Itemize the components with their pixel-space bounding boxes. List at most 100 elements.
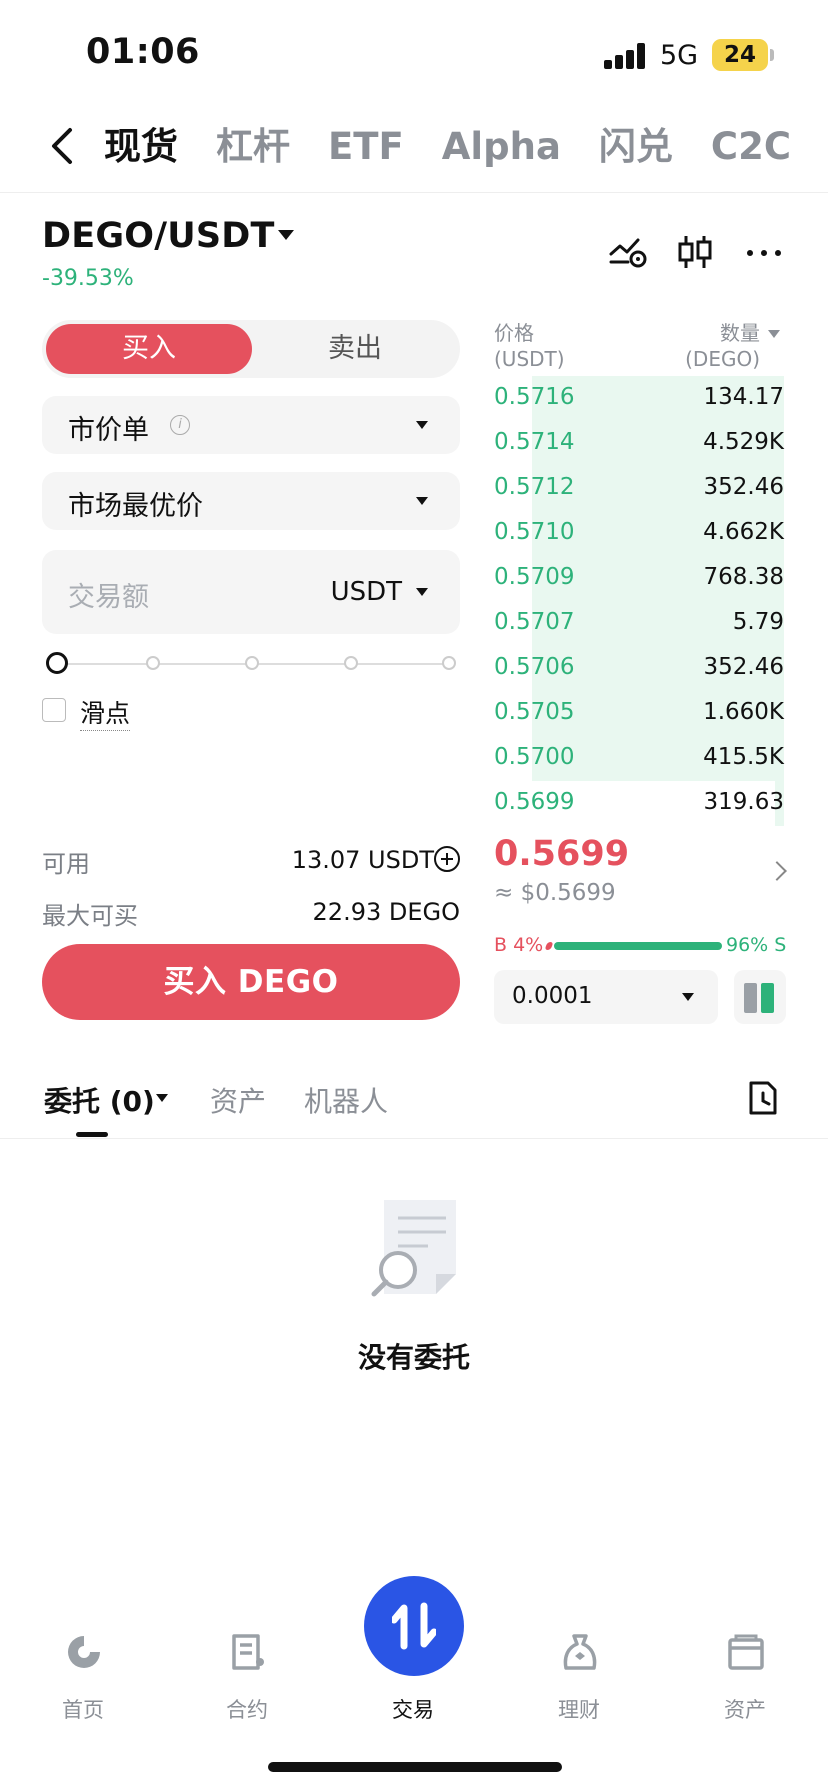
order-book-price: 0.5699 [494, 789, 575, 815]
order-book-quantity: 352.46 [703, 654, 784, 680]
tab-margin[interactable]: 杠杆 [216, 122, 290, 172]
tab-spot[interactable]: 现货 [104, 122, 178, 172]
tab-assets[interactable]: 资产 [210, 1080, 266, 1120]
quantity-header-label: 数量 [720, 321, 760, 345]
amount-unit-select[interactable]: USDT [331, 577, 402, 607]
order-book-row[interactable]: 0.5707 5.79 [494, 601, 784, 646]
price-mode-label: 市场最优价 [68, 491, 203, 522]
quantity-unit-dropdown-icon[interactable] [768, 330, 780, 338]
home-indicator [268, 1762, 562, 1772]
pair-selector[interactable]: DEGO/USDT [42, 216, 275, 256]
home-icon [68, 1636, 100, 1668]
price-header: 价格 (USDT) [494, 320, 565, 372]
order-book-row[interactable]: 0.5710 4.662K [494, 511, 784, 556]
sell-ratio-bar [554, 942, 722, 950]
order-book-quantity: 352.46 [703, 474, 784, 500]
more-options-icon[interactable] [744, 232, 784, 272]
nav-home-label: 首页 [62, 1698, 104, 1722]
book-layout-icon[interactable] [734, 970, 786, 1024]
market-type-tabs: 现货 杠杆 ETF Alpha 闪兑 C2C [104, 122, 828, 172]
order-book-quantity: 768.38 [703, 564, 784, 590]
battery-icon: 24 [712, 39, 768, 71]
status-bar: 01:06 5G 24 [0, 0, 828, 100]
quantity-header[interactable]: 数量 (DEGO) [685, 320, 760, 372]
slider-step-75[interactable] [344, 656, 358, 670]
empty-orders-message: 没有委托 [357, 1341, 470, 1374]
info-icon[interactable]: i [170, 415, 190, 435]
futures-icon [232, 1634, 264, 1670]
order-book-row[interactable]: 0.5700 415.5K [494, 736, 784, 781]
order-book-quantity: 4.529K [703, 429, 784, 455]
candlestick-chart-icon[interactable] [676, 232, 716, 272]
back-arrow-icon[interactable] [48, 124, 78, 168]
nav-earn-label: 理财 [558, 1698, 600, 1722]
price-header-label: 价格 [494, 321, 534, 345]
pair-dropdown-icon[interactable] [278, 230, 294, 240]
price-change-percent: -39.53% [42, 266, 134, 291]
tab-open-orders[interactable]: 委托 (0) [44, 1080, 155, 1120]
chevron-down-icon [416, 588, 428, 596]
trade-icon [392, 1602, 436, 1650]
order-book-quantity: 5.79 [732, 609, 784, 635]
amount-placeholder: 交易额 [68, 582, 149, 613]
price-alert-icon[interactable] [608, 232, 648, 272]
order-book-quantity: 415.5K [703, 744, 784, 770]
sell-ratio-label: 96% S [726, 934, 787, 956]
add-funds-icon[interactable] [434, 846, 460, 872]
status-time: 01:06 [86, 32, 200, 72]
order-book-price: 0.5700 [494, 744, 575, 770]
order-book-quantity: 1.660K [703, 699, 784, 725]
buy-submit-button[interactable]: 买入 DEGO [42, 944, 460, 1020]
order-book-quantity: 134.17 [703, 384, 784, 410]
slider-step-100[interactable] [442, 656, 456, 670]
chevron-down-icon [416, 421, 428, 429]
order-book-price: 0.5710 [494, 519, 575, 545]
order-book-row[interactable]: 0.5712 352.46 [494, 466, 784, 511]
buy-sell-toggle: 买入 卖出 [42, 320, 460, 378]
tabs-divider [0, 1138, 828, 1139]
slippage-checkbox[interactable] [42, 698, 66, 722]
order-book-price: 0.5714 [494, 429, 575, 455]
tab-alpha[interactable]: Alpha [442, 122, 561, 172]
order-book-price: 0.5712 [494, 474, 575, 500]
network-type: 5G [660, 40, 699, 71]
order-book-price: 0.5707 [494, 609, 575, 635]
tab-c2c[interactable]: C2C [711, 122, 791, 172]
order-book-quantity: 4.662K [703, 519, 784, 545]
slider-step-50[interactable] [245, 656, 259, 670]
tab-convert[interactable]: 闪兑 [599, 122, 673, 172]
amount-slider-thumb[interactable] [46, 652, 68, 674]
available-label: 可用 [42, 850, 90, 878]
nav-assets-label: 资产 [724, 1698, 766, 1722]
orders-filter-dropdown-icon[interactable] [156, 1094, 168, 1102]
amount-input[interactable]: 交易额 USDT [42, 550, 460, 634]
max-buy-value: 22.93 DEGO [312, 898, 460, 926]
last-price-usd: ≈ $0.5699 [494, 880, 616, 906]
tab-etf[interactable]: ETF [328, 122, 404, 172]
sell-tab[interactable]: 卖出 [254, 324, 456, 374]
order-type-select[interactable]: 市价单 i [42, 396, 460, 454]
order-book-row[interactable]: 0.5706 352.46 [494, 646, 784, 691]
trade-fab-button[interactable] [364, 1576, 464, 1676]
empty-orders-illustration-icon [371, 1200, 456, 1297]
price-mode-select[interactable]: 市场最优价 [42, 472, 460, 530]
order-book-row[interactable]: 0.5716 134.17 [494, 376, 784, 421]
price-header-unit: (USDT) [494, 347, 565, 371]
slippage-label[interactable]: 滑点 [80, 694, 131, 731]
tab-bots[interactable]: 机器人 [304, 1080, 388, 1120]
chevron-down-icon [682, 993, 694, 1001]
chevron-right-icon[interactable] [767, 861, 787, 881]
earn-icon [563, 1634, 597, 1670]
order-book-row[interactable]: 0.5709 768.38 [494, 556, 784, 601]
slider-step-25[interactable] [146, 656, 160, 670]
nav-futures-label: 合约 [226, 1698, 268, 1722]
cellular-signal-icon [604, 43, 646, 69]
order-book-row[interactable]: 0.5714 4.529K [494, 421, 784, 466]
last-price: 0.5699 [494, 834, 630, 874]
price-precision-select[interactable]: 0.0001 [494, 970, 718, 1024]
order-book-row[interactable]: 0.5705 1.660K [494, 691, 784, 736]
order-book-row[interactable]: 0.5699 319.63 [494, 781, 784, 826]
buy-ratio-label: B 4% [494, 934, 544, 956]
buy-tab[interactable]: 买入 [46, 324, 252, 374]
order-history-icon[interactable] [746, 1080, 780, 1116]
